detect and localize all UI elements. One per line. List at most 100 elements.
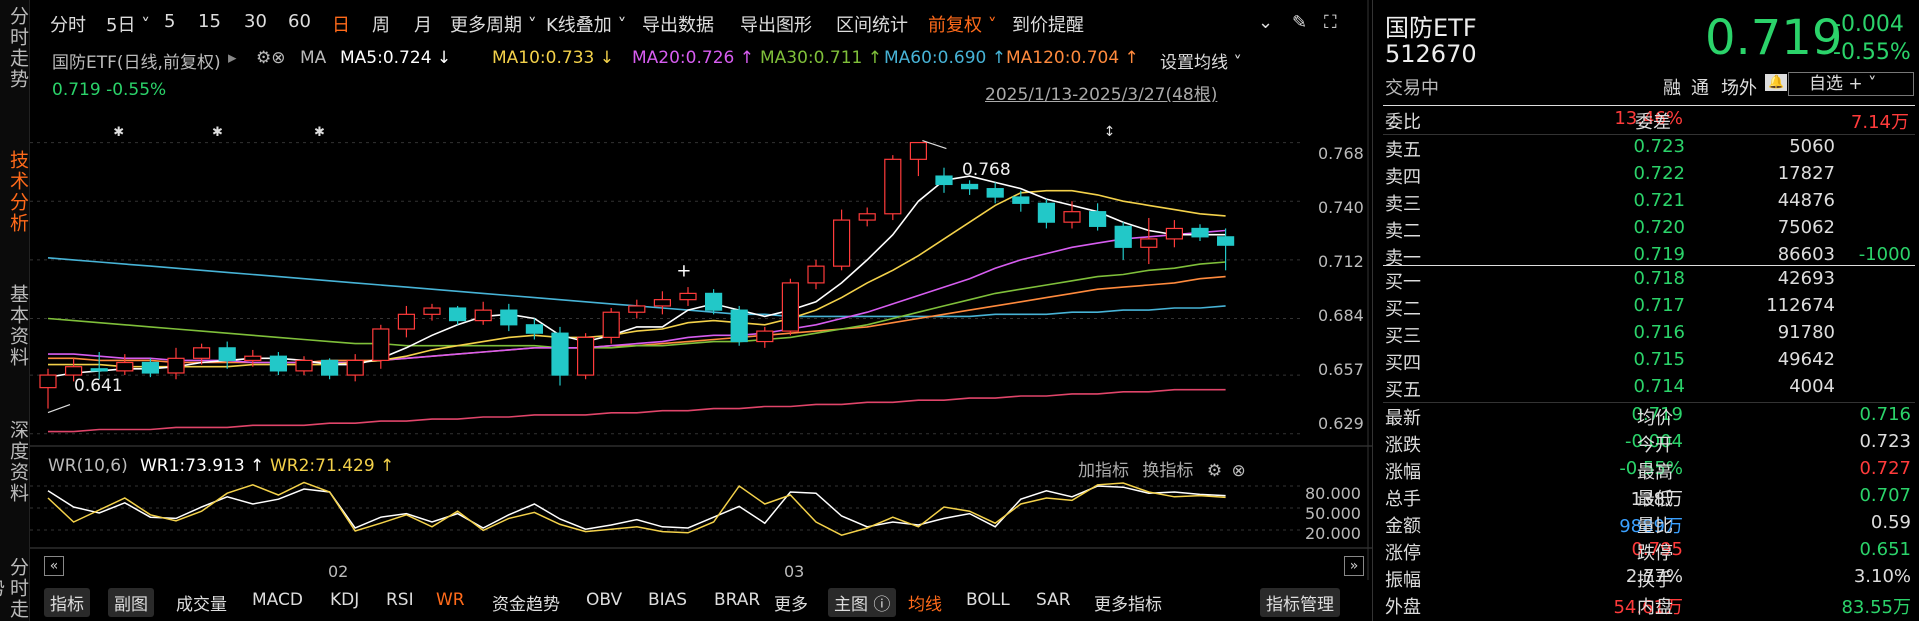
wr2-line <box>47 481 1226 537</box>
stat-label: 最新 <box>1385 408 1421 429</box>
ind-ma[interactable]: 均线 <box>902 588 948 617</box>
stat-label: 振幅 <box>1385 570 1421 591</box>
last-price: 0.719 <box>1705 10 1843 66</box>
stat-label: 涨跌 <box>1385 435 1421 456</box>
stat-row: 涨停 0.795 跌停 0.651 <box>1385 539 1915 566</box>
stat-row: 振幅 2.77% 换手 3.10% <box>1385 566 1915 593</box>
ask-price: 0.723 <box>1633 136 1685 157</box>
ind-wr[interactable]: WR <box>430 588 471 612</box>
indicator-manage-button[interactable]: 指标管理 <box>1260 588 1340 617</box>
bid-row[interactable]: 买二 0.717 112674 <box>1385 295 1915 322</box>
candle-body <box>832 219 851 267</box>
stat-label: 外盘 <box>1385 597 1421 618</box>
candle-body <box>730 309 748 343</box>
candle-body <box>935 175 953 186</box>
indicator-settings-icon[interactable]: ⚙ <box>1207 461 1222 481</box>
bid-price: 0.715 <box>1633 349 1685 370</box>
close-indicator-icon[interactable]: ⊗ <box>1231 461 1245 481</box>
ind-volume[interactable]: 成交量 <box>170 588 233 617</box>
add-indicator-button[interactable]: 加指标 <box>1078 461 1129 481</box>
high-mark-label: 0.768 <box>962 160 1011 180</box>
nav-intraday[interactable]: 分时走势 <box>0 6 30 90</box>
candle-body <box>1063 211 1081 223</box>
ask-row[interactable]: 卖四 0.722 17827 <box>1385 163 1915 190</box>
ask-row[interactable]: 卖五 0.723 5060 <box>1385 136 1915 163</box>
bid-row[interactable]: 买一 0.718 42693 <box>1385 268 1915 295</box>
nav-intraday-2[interactable]: 分时走势 <box>0 556 30 621</box>
divider <box>1383 134 1915 135</box>
kline-chart[interactable]: ✱ ✱ ✱ ↕ + <box>30 0 1372 580</box>
main-chart-label[interactable]: 主图 ⓘ <box>828 588 897 617</box>
ask-price: 0.719 <box>1633 244 1685 265</box>
candle-body <box>1165 227 1184 240</box>
indicator-bar: 指标 副图 成交量 MACD KDJ RSI WR 资金趋势 OBV BIAS … <box>40 586 1360 617</box>
switch-indicator-button[interactable]: 换指标 <box>1142 461 1193 481</box>
ind-more-indicators[interactable]: 更多指标 <box>1088 588 1168 617</box>
y-tick-0768: 0.768 <box>1318 144 1364 163</box>
tag-connect[interactable]: 通 <box>1691 74 1709 100</box>
bid-price: 0.717 <box>1633 295 1685 316</box>
candle-body <box>551 332 569 376</box>
candle-body <box>1037 202 1056 223</box>
stat-label: 金额 <box>1385 516 1421 537</box>
stat-value: 0.651 <box>1859 539 1911 560</box>
ind-rsi[interactable]: RSI <box>380 588 420 612</box>
bid-row[interactable]: 买五 0.714 4004 <box>1385 376 1915 403</box>
candle-body <box>1140 238 1158 248</box>
bid-volume: 42693 <box>1777 268 1835 289</box>
bid-row[interactable]: 买四 0.715 49642 <box>1385 349 1915 376</box>
ind-kdj[interactable]: KDJ <box>324 588 365 612</box>
stat-row: 涨跌 -0.004 今开 0.723 <box>1385 431 1915 458</box>
nav-technical[interactable]: 技术分析 <box>0 150 30 234</box>
ind-sar[interactable]: SAR <box>1030 588 1077 612</box>
bid-label: 买五 <box>1385 380 1421 401</box>
sub-chart-label[interactable]: 副图 <box>108 588 154 617</box>
candle-body <box>756 330 774 343</box>
ind-more[interactable]: 更多 <box>768 588 814 617</box>
bid-price: 0.718 <box>1633 268 1685 289</box>
wr1-line <box>47 485 1226 530</box>
candle-body <box>397 313 415 330</box>
ask-label: 卖五 <box>1385 140 1421 161</box>
indicator-label[interactable]: 指标 <box>44 588 90 617</box>
nav-deep-info[interactable]: 深度资料 <box>0 420 30 504</box>
ind-boll[interactable]: BOLL <box>960 588 1016 612</box>
bell-icon[interactable]: 🔔 <box>1765 74 1788 91</box>
candle-body <box>141 361 160 374</box>
ind-fund-trend[interactable]: 资金趋势 <box>486 588 566 617</box>
bid-row[interactable]: 买三 0.716 91780 <box>1385 322 1915 349</box>
wr1-value: WR1:73.913 ↑ <box>140 456 265 476</box>
candle-body <box>244 355 262 362</box>
candle-body <box>602 311 620 338</box>
divider <box>1383 105 1915 106</box>
ask-volume: 44876 <box>1777 190 1835 211</box>
stat-row: 外盘 54.61万 内盘 83.55万 <box>1385 593 1915 620</box>
divider <box>1383 402 1915 403</box>
ind-macd[interactable]: MACD <box>246 588 309 612</box>
bid-price: 0.714 <box>1633 376 1685 397</box>
candle-body <box>1191 227 1209 238</box>
ind-bias[interactable]: BIAS <box>642 588 693 612</box>
tag-margin[interactable]: 融 <box>1663 74 1681 100</box>
security-name: 国防ETF <box>1385 14 1477 42</box>
ask-row[interactable]: 卖二 0.720 75062 <box>1385 217 1915 244</box>
candle-body <box>423 307 441 315</box>
security-code: 512670 <box>1385 40 1477 68</box>
quote-panel: 国防ETF 512670 交易中 0.719 -0.004 -0.55% 融 通… <box>1372 0 1919 621</box>
scroll-right-button[interactable]: » <box>1344 556 1364 576</box>
low-mark-label: 0.641 <box>74 376 123 396</box>
ask-change: -1000 <box>1858 244 1911 265</box>
scroll-left-button[interactable]: « <box>44 556 64 576</box>
stat-label: 最高 <box>1637 462 1673 483</box>
y-tick-0712: 0.712 <box>1318 252 1364 271</box>
ask-row[interactable]: 卖三 0.721 44876 <box>1385 190 1915 217</box>
ask-row[interactable]: 卖一 0.719 86603 -1000 <box>1385 244 1915 271</box>
wr-tick-80: 80.000 <box>1305 484 1361 503</box>
ind-obv[interactable]: OBV <box>580 588 628 612</box>
tag-otc[interactable]: 场外 <box>1721 74 1757 100</box>
candle-body <box>1012 196 1030 204</box>
add-watchlist-dropdown[interactable]: 自选 + ˅ <box>1788 72 1914 96</box>
ind-brar[interactable]: BRAR <box>708 588 766 612</box>
nav-basic-info[interactable]: 基本资料 <box>0 284 30 368</box>
candle-body <box>1088 211 1107 227</box>
